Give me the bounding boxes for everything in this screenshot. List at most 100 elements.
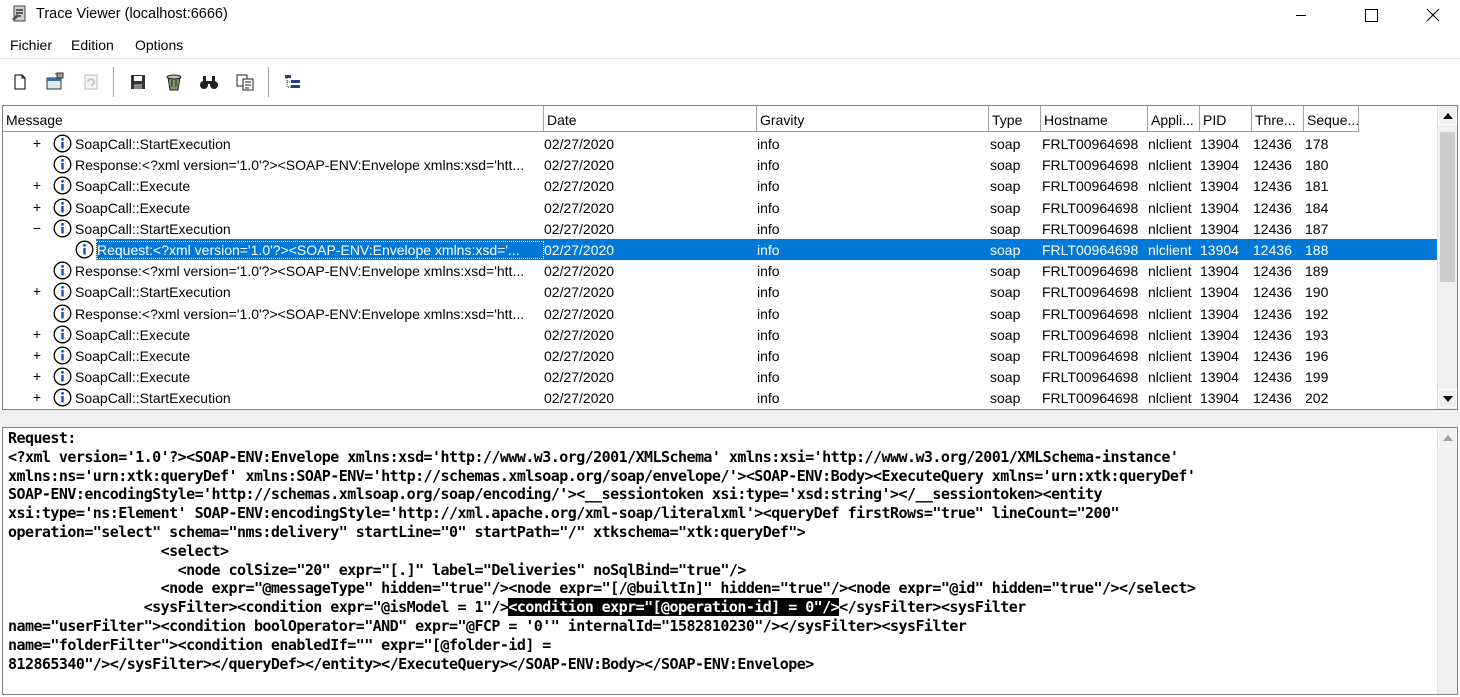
scroll-thumb[interactable] bbox=[1440, 132, 1455, 282]
table-row[interactable]: + SoapCall::Execute 02/27/2020 info soap FRLT… bbox=[3, 175, 1437, 196]
column-header-hostname[interactable]: Hostname bbox=[1041, 106, 1148, 132]
cell-seq: 190 bbox=[1305, 284, 1329, 301]
title-bar: Trace Viewer (localhost:6666) bbox=[0, 0, 1460, 30]
cell-pid: 13904 bbox=[1200, 157, 1239, 174]
expand-toggle[interactable]: + bbox=[31, 199, 43, 215]
cell-date: 02/27/2020 bbox=[544, 178, 615, 195]
table-row[interactable]: Response:<?xml version='1.0'?><SOAP-ENV:… bbox=[3, 154, 1437, 175]
column-header-thread[interactable]: Thre... bbox=[1252, 106, 1304, 132]
expand-toggle[interactable]: + bbox=[31, 368, 43, 384]
window-title: Trace Viewer (localhost:6666) bbox=[36, 6, 228, 22]
column-header-appli[interactable]: Appli... bbox=[1148, 106, 1200, 132]
cell-appli: nlclient bbox=[1148, 220, 1192, 237]
info-icon bbox=[53, 134, 72, 153]
table-row[interactable]: + SoapCall::Execute 02/27/2020 info soap FRLT… bbox=[3, 197, 1437, 218]
expand-toggle[interactable]: + bbox=[31, 177, 43, 193]
menu-fichier[interactable]: Fichier bbox=[10, 37, 52, 53]
expand-toggle[interactable]: + bbox=[31, 347, 43, 363]
cell-message: SoapCall::StartExecution bbox=[75, 390, 231, 407]
cell-seq: 178 bbox=[1305, 136, 1329, 152]
cell-thread: 12436 bbox=[1253, 326, 1292, 343]
table-row[interactable]: + SoapCall::StartExecution 02/27/2020 info s… bbox=[3, 281, 1437, 302]
menu-edition[interactable]: Edition bbox=[71, 37, 114, 53]
new-button[interactable] bbox=[9, 71, 31, 93]
column-header-pid[interactable]: PID bbox=[1200, 106, 1252, 132]
column-header-date[interactable]: Date bbox=[544, 106, 757, 132]
trace-list[interactable]: Message Date Gravity Type Hostname Appli… bbox=[2, 105, 1458, 410]
cell-gravity: info bbox=[757, 242, 780, 258]
cell-date: 02/27/2020 bbox=[544, 220, 615, 237]
tree-view-button[interactable] bbox=[282, 71, 304, 93]
cell-gravity: info bbox=[757, 220, 780, 237]
table-row[interactable]: + SoapCall::Execute 02/27/2020 info soap FRLT… bbox=[3, 366, 1437, 387]
expand-toggle[interactable]: + bbox=[31, 283, 43, 299]
table-row[interactable]: Request:<?xml version='1.0'?><SOAP-ENV:E… bbox=[3, 239, 1437, 260]
cell-appli: nlclient bbox=[1148, 369, 1192, 386]
table-row[interactable]: Response:<?xml version='1.0'?><SOAP-ENV:… bbox=[3, 260, 1437, 281]
cell-message: SoapCall::Execute bbox=[75, 369, 191, 386]
properties-button[interactable] bbox=[44, 71, 66, 93]
expand-toggle[interactable]: + bbox=[31, 389, 43, 405]
cell-type: soap bbox=[990, 263, 1021, 280]
scroll-up-button[interactable] bbox=[1438, 106, 1457, 125]
table-row[interactable]: + SoapCall::StartExecution 02/27/2020 info s… bbox=[3, 387, 1437, 408]
scroll-down-button[interactable] bbox=[1438, 389, 1457, 408]
cell-type: soap bbox=[990, 305, 1021, 322]
expand-toggle[interactable]: + bbox=[31, 326, 43, 342]
cell-pid: 13904 bbox=[1200, 369, 1239, 386]
cell-seq: 193 bbox=[1305, 326, 1329, 343]
table-row[interactable]: + SoapCall::StartExecution 02/27/2020 info s… bbox=[3, 133, 1437, 154]
list-scrollbar[interactable] bbox=[1437, 106, 1457, 409]
expand-toggle[interactable]: + bbox=[31, 135, 43, 151]
cell-gravity: info bbox=[757, 369, 780, 386]
collapse-toggle[interactable]: − bbox=[31, 220, 43, 236]
cell-type: soap bbox=[990, 178, 1021, 195]
cell-type: soap bbox=[990, 369, 1021, 386]
arrow-down-icon bbox=[1442, 395, 1453, 402]
menu-options[interactable]: Options bbox=[135, 37, 183, 53]
maximize-icon bbox=[1364, 8, 1378, 22]
clear-button[interactable] bbox=[163, 71, 185, 93]
cell-gravity: info bbox=[757, 348, 780, 364]
cell-date: 02/27/2020 bbox=[544, 348, 615, 364]
cell-date: 02/27/2020 bbox=[544, 369, 615, 386]
close-button[interactable] bbox=[1410, 0, 1456, 30]
cell-thread: 12436 bbox=[1253, 242, 1292, 258]
pane-splitter[interactable] bbox=[0, 410, 1460, 427]
tree-view-icon bbox=[285, 75, 300, 88]
cell-hostname: FRLT00964698 bbox=[1042, 284, 1139, 301]
table-row[interactable]: + SoapCall::Execute 02/27/2020 info soap FRLT… bbox=[3, 324, 1437, 345]
detail-scroll-up-button[interactable] bbox=[1438, 428, 1457, 447]
cell-pid: 13904 bbox=[1200, 348, 1239, 364]
cell-date: 02/27/2020 bbox=[544, 199, 615, 216]
column-header-sequence[interactable]: Seque... bbox=[1304, 106, 1359, 132]
info-icon bbox=[53, 176, 72, 195]
info-icon bbox=[75, 240, 94, 259]
arrow-up-icon bbox=[1442, 112, 1453, 119]
cell-thread: 12436 bbox=[1253, 369, 1292, 386]
table-row[interactable]: + SoapCall::Execute 02/27/2020 info soap FRLT… bbox=[3, 345, 1437, 366]
minimize-button[interactable] bbox=[1278, 0, 1324, 30]
cell-gravity: info bbox=[757, 263, 780, 280]
detail-scrollbar[interactable] bbox=[1437, 428, 1457, 694]
column-header-gravity[interactable]: Gravity bbox=[757, 106, 989, 132]
cell-type: soap bbox=[990, 242, 1021, 258]
copy-button[interactable] bbox=[234, 71, 256, 93]
cell-hostname: FRLT00964698 bbox=[1042, 326, 1139, 343]
table-row[interactable]: Response:<?xml version='1.0'?><SOAP-ENV:… bbox=[3, 303, 1437, 324]
column-header-message[interactable]: Message bbox=[3, 106, 544, 132]
refresh-button[interactable] bbox=[80, 71, 102, 93]
maximize-button[interactable] bbox=[1348, 0, 1394, 30]
find-button[interactable] bbox=[198, 71, 220, 93]
info-icon bbox=[53, 346, 72, 365]
save-button[interactable] bbox=[127, 71, 149, 93]
message-detail-pane[interactable]: Request: <?xml version='1.0'?><SOAP-ENV:… bbox=[2, 427, 1458, 695]
table-row[interactable]: − SoapCall::StartExecution 02/27/2020 info s… bbox=[3, 218, 1437, 239]
column-header-type[interactable]: Type bbox=[989, 106, 1041, 132]
cell-appli: nlclient bbox=[1148, 199, 1192, 216]
cell-hostname: FRLT00964698 bbox=[1042, 178, 1139, 195]
cell-appli: nlclient bbox=[1148, 263, 1192, 280]
cell-pid: 13904 bbox=[1200, 199, 1239, 216]
cell-seq: 199 bbox=[1305, 369, 1329, 386]
cell-gravity: info bbox=[757, 199, 780, 216]
